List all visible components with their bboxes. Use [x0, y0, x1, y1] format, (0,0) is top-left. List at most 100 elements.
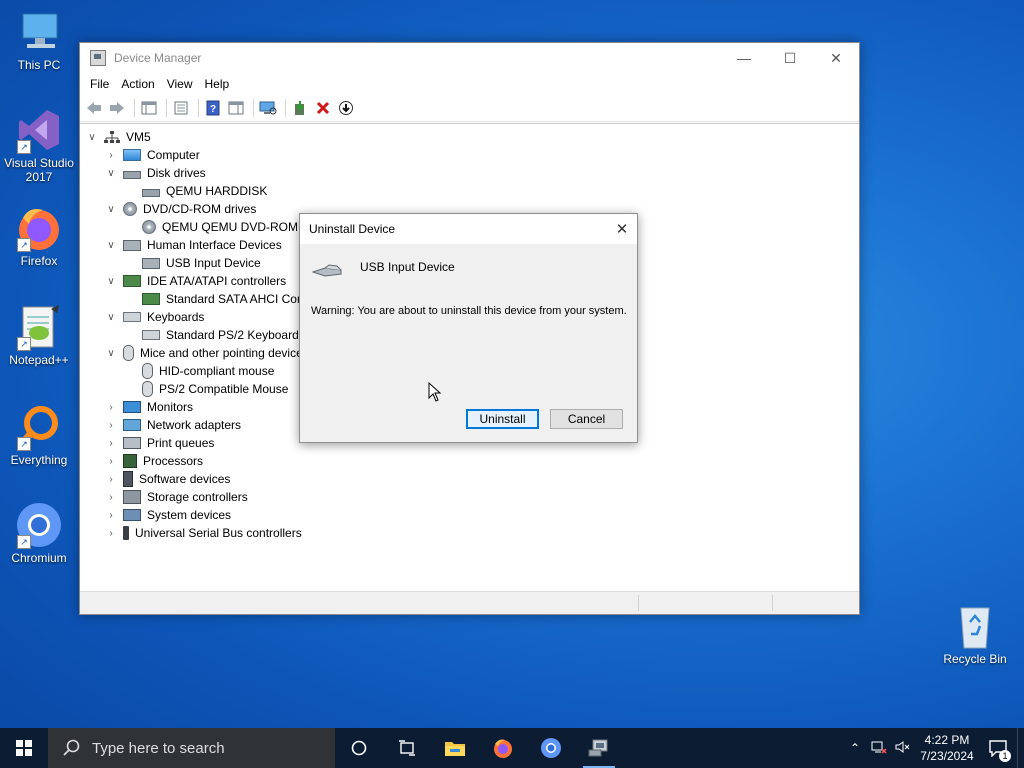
expand-chevron-icon[interactable]: › [105, 528, 117, 539]
tree-node-processors[interactable]: › Processors [80, 452, 859, 470]
tree-node-label: QEMU QEMU DVD-ROM [162, 220, 298, 234]
help-icon[interactable]: ? [203, 98, 223, 118]
tree-node-label: USB Input Device [166, 256, 261, 270]
desktop-icon-recycle-bin[interactable]: Recycle Bin [937, 602, 1013, 666]
tree-node-storage-controllers[interactable]: › Storage controllers [80, 488, 859, 506]
tree-node-label: Software devices [139, 472, 231, 486]
taskbar-chromium[interactable] [527, 728, 575, 768]
printer-icon [123, 437, 141, 449]
computer-root-icon [104, 130, 120, 144]
collapse-chevron-icon[interactable]: ∨ [105, 312, 117, 323]
volume-muted-icon[interactable] [891, 740, 915, 757]
tree-root[interactable]: ∨ VM5 [80, 128, 859, 146]
visual-studio-icon: ↗ [15, 106, 63, 154]
collapse-chevron-icon[interactable]: ∨ [86, 132, 98, 143]
taskbar-file-explorer[interactable] [431, 728, 479, 768]
menu-file[interactable]: File [84, 77, 115, 91]
expand-chevron-icon[interactable]: › [105, 438, 117, 449]
expand-chevron-icon[interactable]: › [105, 474, 117, 485]
expand-chevron-icon[interactable]: › [105, 402, 117, 413]
status-divider [772, 595, 773, 611]
collapse-chevron-icon[interactable]: ∨ [105, 240, 117, 251]
action-pane-icon[interactable] [226, 98, 246, 118]
network-adapter-icon [123, 419, 141, 431]
menu-help[interactable]: Help [199, 77, 236, 91]
disable-device-icon[interactable] [336, 98, 356, 118]
tree-node-label: PS/2 Compatible Mouse [159, 382, 289, 396]
desktop-icon-everything[interactable]: ↗ Everything [1, 403, 77, 467]
uninstall-device-icon[interactable] [313, 98, 333, 118]
expand-chevron-icon[interactable]: › [105, 456, 117, 467]
dialog-close-button[interactable]: ✕ [607, 214, 637, 244]
expand-chevron-icon[interactable]: › [105, 150, 117, 161]
windows-logo-icon [16, 740, 32, 756]
expand-chevron-icon[interactable]: › [105, 492, 117, 503]
maximize-button[interactable]: ☐ [767, 43, 813, 73]
show-hidden-icons-chevron-icon[interactable]: ⌃ [843, 741, 867, 755]
action-center-button[interactable]: 1 [979, 728, 1017, 768]
cancel-button[interactable]: Cancel [550, 409, 623, 429]
start-button[interactable] [0, 728, 48, 768]
keyboard-icon [142, 330, 160, 340]
desktop-icon-notepad-plus-plus[interactable]: ↗ Notepad++ [1, 303, 77, 367]
clock[interactable]: 4:22 PM 7/23/2024 [915, 732, 979, 764]
notification-count-badge: 1 [999, 750, 1011, 762]
dialog-warning-text: Warning: You are about to uninstall this… [311, 305, 627, 317]
taskbar-device-manager[interactable] [575, 728, 623, 768]
tree-node-label: Monitors [147, 400, 194, 414]
desktop-icon-firefox[interactable]: ↗ Firefox [1, 204, 77, 268]
tree-node-disk-drives[interactable]: ∨ Disk drives [80, 164, 859, 182]
uninstall-device-dialog: Uninstall Device ✕ USB Input Device Warn… [299, 213, 638, 443]
device-manager-icon [588, 739, 608, 757]
hid-icon [142, 257, 160, 269]
menu-action[interactable]: Action [115, 77, 160, 91]
network-icon[interactable] [867, 740, 891, 757]
desktop-icon-this-pc[interactable]: This PC [1, 8, 77, 72]
collapse-chevron-icon[interactable]: ∨ [105, 168, 117, 179]
uninstall-button[interactable]: Uninstall [466, 409, 539, 429]
menu-view[interactable]: View [161, 77, 199, 91]
expand-chevron-icon[interactable]: › [105, 510, 117, 521]
show-desktop-button[interactable] [1017, 728, 1024, 768]
minimize-button[interactable]: — [721, 43, 767, 73]
tree-node-software-devices[interactable]: › Software devices [80, 470, 859, 488]
task-view-icon [399, 740, 415, 756]
mouse-icon [142, 381, 153, 397]
taskbar-firefox[interactable] [479, 728, 527, 768]
tree-node-computer[interactable]: › Computer [80, 146, 859, 164]
dvd-drive-icon [142, 220, 156, 234]
disk-drive-icon [123, 171, 141, 179]
expand-chevron-icon[interactable]: › [105, 420, 117, 431]
firefox-icon: ↗ [15, 204, 63, 252]
recycle-bin-icon [951, 602, 999, 650]
cortana-button[interactable] [335, 728, 383, 768]
properties-sheet-icon[interactable] [171, 98, 191, 118]
collapse-chevron-icon[interactable]: ∨ [105, 348, 117, 359]
task-view-button[interactable] [383, 728, 431, 768]
tree-node-label: DVD/CD-ROM drives [143, 202, 257, 216]
window-titlebar[interactable]: Device Manager — ☐ ✕ [80, 43, 859, 73]
desktop-icon-visual-studio[interactable]: ↗ Visual Studio 2017 [1, 106, 77, 184]
collapse-chevron-icon[interactable]: ∨ [105, 204, 117, 215]
tree-node-usb-controllers[interactable]: › Universal Serial Bus controllers [80, 524, 859, 542]
show-hide-console-tree-icon[interactable] [139, 98, 159, 118]
computer-icon [123, 149, 141, 161]
system-tray: ⌃ 4:22 PM 7/23/2024 1 [843, 728, 1024, 768]
collapse-chevron-icon[interactable]: ∨ [105, 276, 117, 287]
dialog-titlebar[interactable]: Uninstall Device ✕ [300, 214, 637, 244]
tree-node-qemu-harddisk[interactable]: QEMU HARDDISK [80, 182, 859, 200]
update-driver-icon[interactable] [290, 98, 310, 118]
forward-arrow-icon[interactable] [107, 98, 127, 118]
close-button[interactable]: ✕ [813, 43, 859, 73]
tree-node-system-devices[interactable]: › System devices [80, 506, 859, 524]
tree-node-label: HID-compliant mouse [159, 364, 275, 378]
back-arrow-icon[interactable] [84, 98, 104, 118]
dialog-body: USB Input Device Warning: You are about … [300, 244, 637, 440]
scan-hardware-changes-icon[interactable] [258, 98, 278, 118]
everything-icon: ↗ [15, 403, 63, 451]
search-placeholder: Type here to search [92, 739, 225, 757]
desktop-icon-chromium[interactable]: ↗ Chromium [1, 501, 77, 565]
this-pc-icon [15, 8, 63, 56]
taskbar-search-box[interactable]: Type here to search [48, 728, 335, 768]
processor-icon [123, 454, 137, 468]
